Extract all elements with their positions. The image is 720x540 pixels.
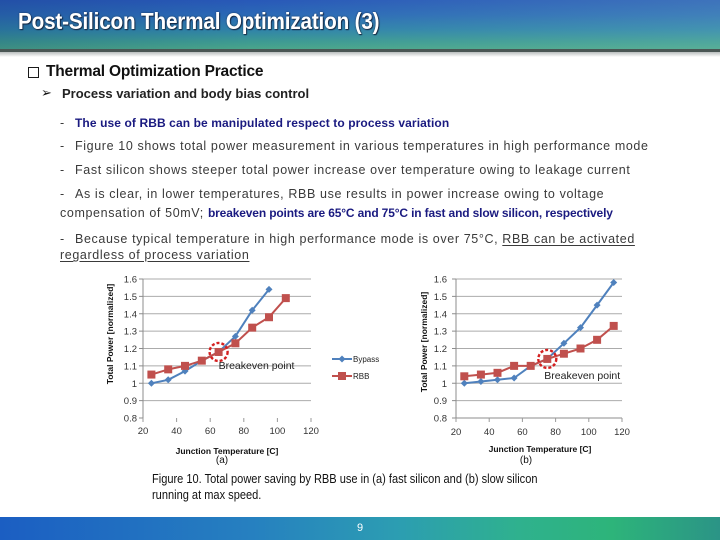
slide: Post-Silicon Thermal Optimization (3) Th… — [0, 0, 720, 540]
chart-b-xtick-label: 20 — [451, 427, 462, 438]
chart-b-y-axis-title: Total Power [normalized] — [419, 292, 429, 393]
figure-10-charts: 0.80.911.11.21.31.41.51.620 40 60 80 100 120J… — [105, 275, 630, 467]
chart-a-xtick-label: 40 — [171, 426, 182, 437]
chart-a-rbb-point — [197, 356, 206, 365]
chart-a-fast-silicon: 0.80.911.11.21.31.41.51.620 40 60 80 100 120J… — [105, 275, 379, 467]
chart-b-xtick-label: 100 — [581, 427, 597, 438]
legend-bypass-marker — [338, 355, 346, 363]
legend-bypass-label: Bypass — [353, 355, 379, 364]
chart-b-rbb-point — [593, 335, 602, 344]
chart-a-ytick-label: 1.3 — [124, 327, 137, 338]
chart-a-xtick-label: 80 — [239, 426, 250, 437]
chart-b-xtick-label: 120 — [614, 427, 630, 438]
chart-b-ytick-label: 1.4 — [434, 309, 447, 320]
chart-a-rbb-point — [181, 361, 189, 370]
slide-title: Post-Silicon Thermal Optimization (3) — [18, 8, 380, 34]
chart-a-y-axis-title: Total Power [normalized] — [105, 284, 115, 385]
chart-b-ytick-label: 1.3 — [434, 327, 447, 338]
chart-a-rbb-point — [164, 365, 173, 374]
chart-b-ytick-label: 1.5 — [434, 292, 447, 303]
chart-b-rbb-point — [543, 354, 552, 363]
chart-a-sublabel: (a) — [216, 455, 228, 466]
chart-b-ytick-label: 0.9 — [434, 396, 447, 407]
chart-b-rbb-point — [476, 370, 485, 379]
chart-b-rbb-point — [609, 321, 618, 330]
chart-b-rbb-point — [526, 361, 535, 370]
chart-b-ytick-label: 1 — [442, 379, 447, 390]
chart-a-rbb-point — [231, 339, 240, 348]
chart-b-rbb-point — [559, 349, 568, 358]
chart-a-rbb-point — [147, 370, 156, 379]
chart-a-xtick-label: 60 — [205, 426, 216, 437]
chart-a-ytick-label: 1 — [132, 379, 137, 390]
chart-b-xtick-label: 80 — [550, 427, 561, 438]
chart-b-sublabel: (b) — [520, 455, 532, 466]
chart-b-xtick-label: 60 — [517, 427, 528, 438]
chart-a-ytick-label: 0.9 — [124, 396, 137, 407]
chart-a-xtick-label: 20 — [138, 426, 149, 437]
chart-a-xtick-label: 120 — [303, 426, 319, 437]
chart-a-ytick-label: 1.1 — [124, 361, 137, 372]
chart-b-xtick-label: 40 — [484, 427, 495, 438]
chart-a-bypass-point — [147, 379, 155, 387]
chart-b-rbb-line — [464, 325, 615, 378]
chart-a-rbb-point — [214, 347, 223, 356]
chart-b-rbb-point — [460, 372, 469, 381]
legend-rbb-label: RBB — [353, 372, 369, 381]
chart-b-slow-silicon: 0.8 0.9 1 1.1 1.2 1.3 1.4 1.5 1.6 20 40 60 80 100 120 J… — [419, 275, 630, 467]
figure-caption-line1: Figure 10. Total power saving by RBB use… — [152, 471, 538, 486]
chart-b-bypass-point — [477, 378, 485, 386]
chart-b-rbb-point — [576, 344, 585, 353]
chart-b-ytick-label: 0.8 — [434, 414, 447, 425]
chart-a-ytick-label: 1.5 — [124, 292, 137, 303]
chart-a-ytick-label: 1.2 — [124, 344, 137, 355]
chart-a-breakeven-label: Breakeven point — [219, 360, 295, 372]
chart-b-rbb-point — [510, 361, 519, 370]
chart-a-xtick-label: 100 — [269, 426, 285, 437]
chart-b-x-axis-title: Junction Temperature [C] — [489, 444, 592, 454]
chart-b-ytick-label: 1.2 — [434, 344, 447, 355]
chart-a-ytick-label: 0.8 — [124, 414, 137, 425]
legend-rbb-marker — [338, 372, 346, 380]
figure-caption-line2: running at max speed. — [152, 487, 262, 502]
chart-b-breakeven-label: Breakeven point — [544, 370, 620, 382]
chart-b-bypass-point — [460, 379, 468, 387]
chart-a-ytick-label: 1.6 — [124, 275, 137, 286]
chart-a-ytick-label: 1.4 — [124, 309, 137, 320]
chart-a-rbb-point — [248, 323, 257, 332]
chart-b-ytick-label: 1.1 — [434, 361, 447, 372]
chart-b-rbb-point — [493, 368, 502, 377]
chart-b-bypass-point — [494, 376, 501, 384]
chart-a-rbb-point — [265, 313, 273, 322]
chart-b-bypass-line — [464, 281, 615, 385]
page-number: 9 — [356, 522, 364, 534]
chart-b-ytick-label: 1.6 — [434, 275, 447, 286]
footer-bar: 9 — [0, 517, 720, 540]
chart-a-rbb-point — [281, 294, 290, 303]
chart-a-bypass-point — [164, 376, 172, 384]
